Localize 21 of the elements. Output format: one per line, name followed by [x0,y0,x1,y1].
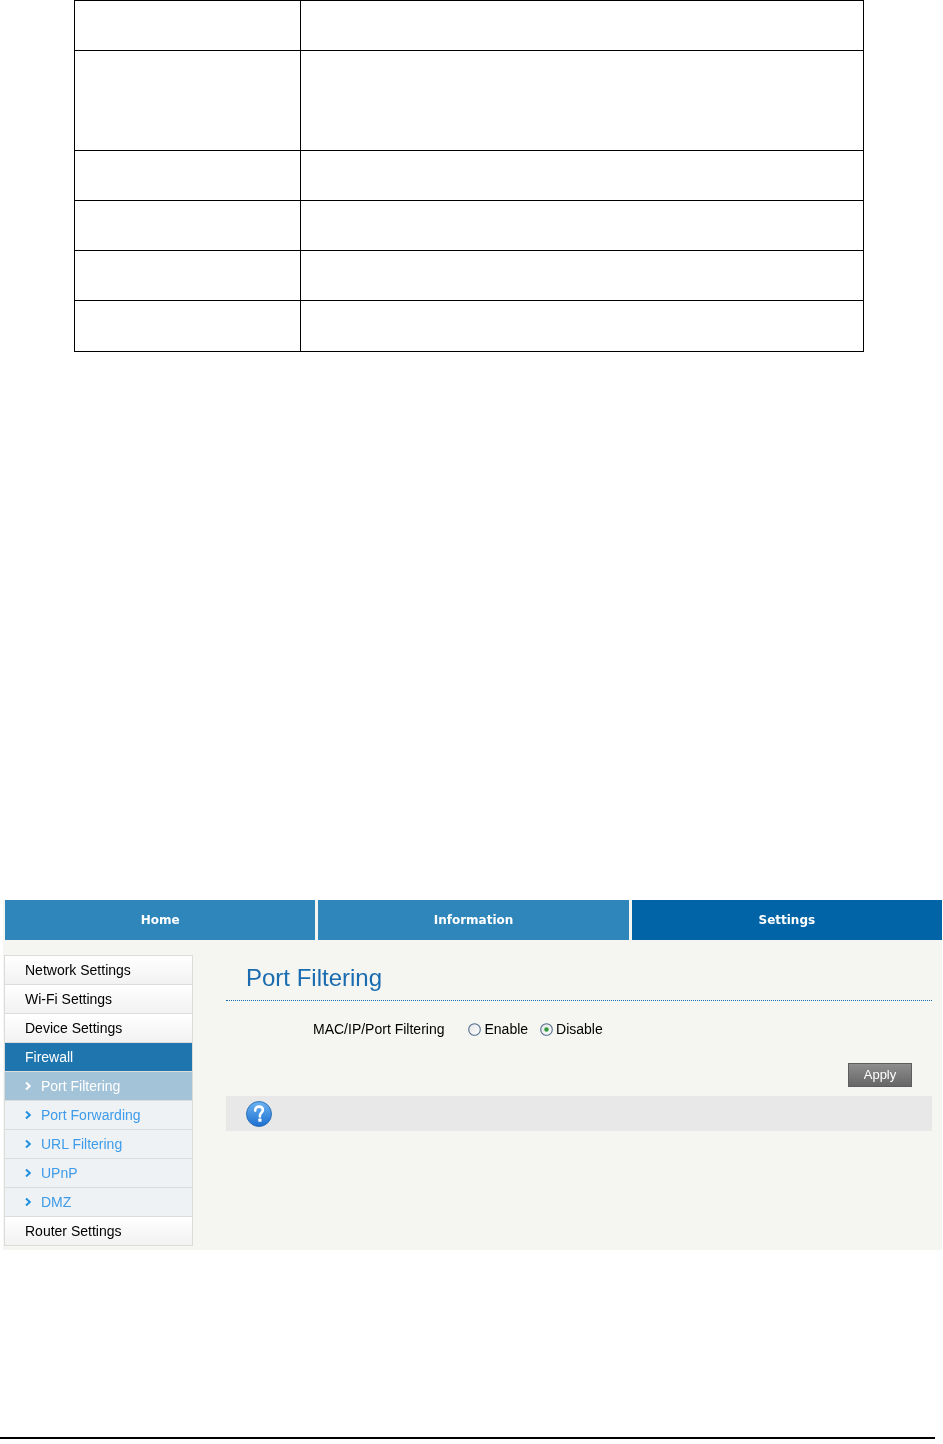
chevron-icon [25,1140,31,1148]
radio-label: Enable [484,1019,529,1039]
setting-label: MAC/IP/Port Filtering [313,1019,445,1039]
nav-tab[interactable]: Settings [631,900,942,940]
help-icon[interactable] [246,1100,272,1127]
sidebar-subitem[interactable]: URL Filtering [5,1130,192,1159]
apply-button[interactable]: Apply [848,1063,912,1087]
chevron-icon [25,1198,31,1206]
nav-tab[interactable]: Home [5,900,316,940]
page-title: Port Filtering [245,963,384,993]
sidebar-subitem[interactable]: DMZ [5,1188,192,1217]
sidebar-item[interactable]: Firewall [5,1043,192,1072]
radio-label: Disable [556,1019,603,1039]
sidebar-subitem[interactable]: UPnP [5,1159,192,1188]
chevron-icon [25,1082,31,1090]
radio-button[interactable] [540,1022,554,1036]
radio-button[interactable] [468,1022,482,1036]
nav-tab[interactable]: Information [318,900,629,940]
chevron-icon [25,1111,31,1119]
chevron-icon [25,1169,31,1177]
sidebar-subitem[interactable]: Port Forwarding [5,1101,192,1130]
